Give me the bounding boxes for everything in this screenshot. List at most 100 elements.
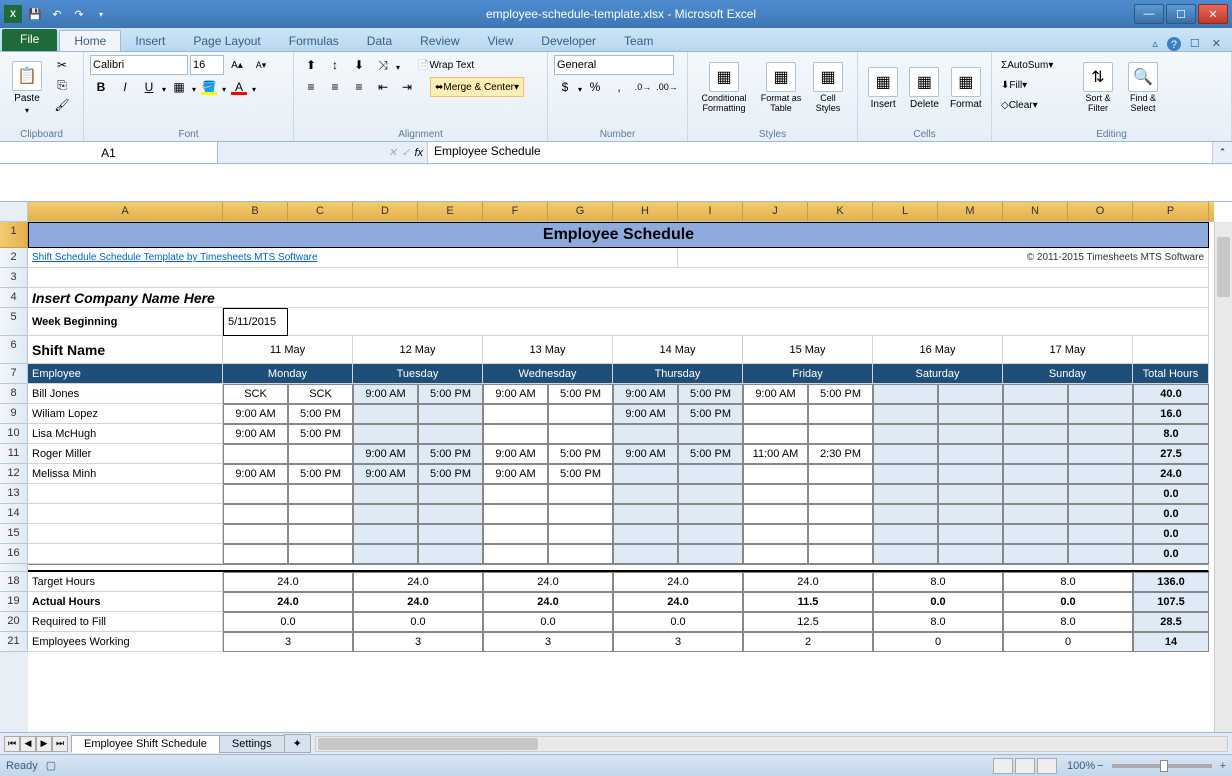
cell[interactable]: 12 May — [353, 336, 483, 364]
cell[interactable] — [548, 544, 613, 564]
column-headers[interactable]: ABCDEFGHIJKLMNOP — [28, 202, 1214, 222]
column-header-B[interactable]: B — [223, 202, 288, 221]
tab-home[interactable]: Home — [59, 30, 121, 51]
align-top-icon[interactable]: ⬆ — [300, 55, 322, 75]
cell[interactable] — [1003, 384, 1068, 404]
cell[interactable] — [613, 524, 678, 544]
sheet-tab-active[interactable]: Employee Shift Schedule — [71, 735, 220, 753]
tab-review[interactable]: Review — [406, 31, 473, 51]
cancel-formula-icon[interactable]: ✕ — [388, 146, 397, 159]
merge-center-button[interactable]: ⬌ Merge & Center ▾ — [430, 77, 524, 97]
cell[interactable] — [873, 464, 938, 484]
cell[interactable]: 5:00 PM — [678, 444, 743, 464]
cell[interactable]: 11.5 — [743, 592, 873, 612]
cell[interactable]: 5:00 PM — [418, 384, 483, 404]
cell[interactable] — [1003, 404, 1068, 424]
tab-data[interactable]: Data — [353, 31, 406, 51]
conditional-formatting-button[interactable]: ▦Conditional Formatting — [694, 55, 754, 121]
horizontal-scrollbar[interactable] — [315, 736, 1228, 752]
cell[interactable]: 24.0 — [353, 572, 483, 592]
file-tab[interactable]: File — [2, 29, 57, 51]
cell[interactable]: Sunday — [1003, 364, 1133, 384]
cell[interactable] — [28, 484, 223, 504]
cell[interactable] — [483, 404, 548, 424]
cell[interactable] — [223, 484, 288, 504]
cell[interactable]: Bill Jones — [28, 384, 223, 404]
cell[interactable] — [1068, 544, 1133, 564]
cell[interactable]: 0.0 — [223, 612, 353, 632]
cell[interactable]: 2 — [743, 632, 873, 652]
column-header-N[interactable]: N — [1003, 202, 1068, 221]
cell[interactable]: 9:00 AM — [353, 464, 418, 484]
cell[interactable]: 24.0 — [613, 592, 743, 612]
cell[interactable]: 0.0 — [483, 612, 613, 632]
cut-icon[interactable]: ✂ — [51, 55, 73, 75]
macro-record-icon[interactable]: ▢ — [46, 759, 56, 772]
window-close-icon[interactable]: ✕ — [1209, 36, 1224, 51]
cell[interactable]: 9:00 AM — [613, 384, 678, 404]
next-sheet-icon[interactable]: ▶ — [36, 736, 52, 752]
cell[interactable]: 0.0 — [1003, 592, 1133, 612]
increase-font-icon[interactable]: A▴ — [226, 55, 248, 75]
row-header[interactable]: 13 — [0, 484, 28, 504]
cell[interactable] — [1133, 336, 1209, 364]
cell[interactable] — [288, 544, 353, 564]
decrease-indent-icon[interactable]: ⇤ — [372, 77, 394, 97]
number-format-select[interactable] — [554, 55, 674, 75]
sheet-title-cell[interactable]: Employee Schedule — [28, 222, 1209, 248]
zoom-in-icon[interactable]: + — [1220, 760, 1226, 772]
cell[interactable] — [483, 504, 548, 524]
cell[interactable] — [808, 464, 873, 484]
cell[interactable]: 9:00 AM — [613, 444, 678, 464]
cell[interactable] — [548, 484, 613, 504]
font-name-select[interactable] — [90, 55, 188, 75]
cell[interactable] — [613, 544, 678, 564]
cell[interactable] — [288, 524, 353, 544]
cell[interactable] — [873, 404, 938, 424]
border-button[interactable]: ▦ — [168, 77, 190, 97]
column-header-I[interactable]: I — [678, 202, 743, 221]
copy-icon[interactable]: ⎘ — [51, 75, 73, 95]
align-right-icon[interactable]: ≡ — [348, 77, 370, 97]
cell[interactable] — [613, 484, 678, 504]
decrease-decimal-icon[interactable]: .00→ — [656, 77, 678, 97]
cell[interactable] — [1003, 464, 1068, 484]
cell[interactable]: Shift Name — [28, 336, 223, 364]
cell[interactable]: 5:00 PM — [548, 464, 613, 484]
cell[interactable] — [613, 504, 678, 524]
qat-dropdown-icon[interactable]: ▾ — [92, 5, 110, 23]
cell[interactable]: 24.0 — [483, 592, 613, 612]
cell[interactable] — [223, 544, 288, 564]
cell[interactable] — [483, 424, 548, 444]
decrease-font-icon[interactable]: A▾ — [250, 55, 272, 75]
cell[interactable]: 24.0 — [223, 592, 353, 612]
cell[interactable] — [808, 404, 873, 424]
close-button[interactable]: ✕ — [1198, 4, 1228, 24]
column-header-C[interactable]: C — [288, 202, 353, 221]
insert-cells-button[interactable]: ▦Insert — [864, 55, 902, 121]
cell[interactable]: 3 — [353, 632, 483, 652]
bold-button[interactable]: B — [90, 77, 112, 97]
row-header[interactable]: 21 — [0, 632, 28, 652]
cell[interactable] — [288, 444, 353, 464]
copyright-cell[interactable]: © 2011-2015 Timesheets MTS Software — [678, 248, 1209, 268]
cell[interactable] — [1068, 504, 1133, 524]
cell[interactable] — [938, 424, 1003, 444]
formula-input[interactable]: Employee Schedule — [428, 142, 1212, 163]
cell[interactable]: 0.0 — [1133, 524, 1209, 544]
column-header-A[interactable]: A — [28, 202, 223, 221]
row-header[interactable]: 20 — [0, 612, 28, 632]
cell[interactable]: 17 May — [1003, 336, 1133, 364]
cells-area[interactable]: Employee ScheduleShift Schedule Schedule… — [28, 222, 1214, 732]
cell[interactable]: 5:00 PM — [678, 384, 743, 404]
hscroll-thumb[interactable] — [318, 738, 538, 750]
cell[interactable]: Saturday — [873, 364, 1003, 384]
format-cells-button[interactable]: ▦Format — [947, 55, 985, 121]
delete-cells-button[interactable]: ▦Delete — [905, 55, 943, 121]
cell[interactable]: Actual Hours — [28, 592, 223, 612]
column-header-K[interactable]: K — [808, 202, 873, 221]
cell[interactable]: Monday — [223, 364, 353, 384]
week-beginning-cell[interactable]: 5/11/2015 — [223, 308, 288, 336]
prev-sheet-icon[interactable]: ◀ — [20, 736, 36, 752]
cell[interactable] — [743, 524, 808, 544]
